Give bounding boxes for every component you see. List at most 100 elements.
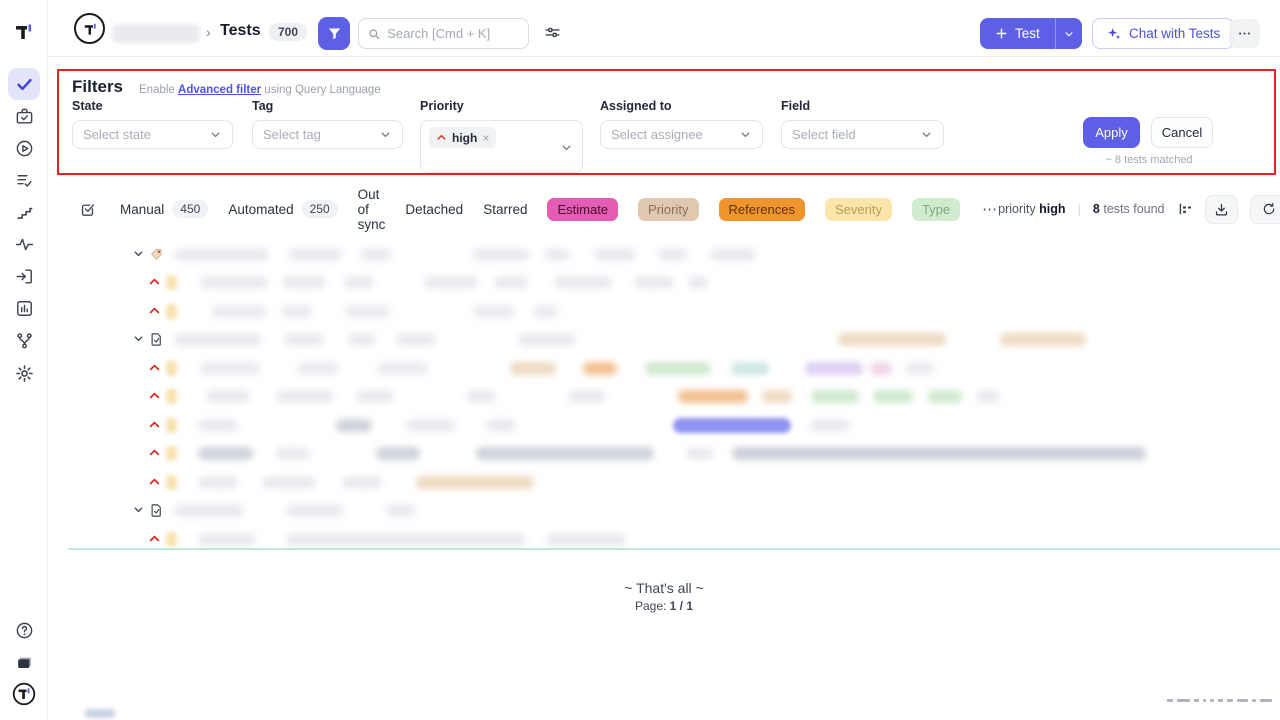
topbar-more-button[interactable] (1229, 19, 1260, 48)
redacted-text-blob (200, 362, 260, 375)
bottom-right-redacted-label (1167, 699, 1272, 705)
filter-button[interactable] (318, 17, 350, 50)
test-row[interactable] (48, 446, 1280, 462)
chat-with-tests-button[interactable]: Chat with Tests (1092, 18, 1234, 49)
search-box[interactable] (358, 18, 529, 49)
test-row[interactable] (48, 361, 1280, 377)
redacted-text-blob (376, 447, 420, 460)
advanced-filter-link[interactable]: Advanced filter (178, 84, 261, 96)
sidebar-item-test-plans[interactable] (8, 100, 40, 132)
tag-icon (149, 247, 164, 262)
sidebar-item-analytics[interactable] (8, 228, 40, 260)
file-icon (149, 503, 164, 518)
badge-priority[interactable]: Priority (638, 198, 698, 221)
redacted-text-blob (1000, 333, 1086, 346)
test-row[interactable] (48, 475, 1280, 491)
page-indicator: Page: 1 / 1 (48, 599, 1280, 613)
search-input[interactable] (387, 26, 519, 41)
tab-out-of-sync[interactable]: Out of sync (358, 187, 386, 232)
chevron-down-icon[interactable] (132, 247, 145, 260)
sidebar-item-brand[interactable] (8, 678, 40, 710)
download-button[interactable] (1205, 195, 1238, 224)
view-settings-button[interactable] (544, 25, 561, 47)
test-row[interactable] (48, 418, 1280, 434)
sidebar-item-branches[interactable] (8, 324, 40, 356)
folders-icon (15, 653, 34, 672)
tag-select[interactable]: Select tag (252, 120, 403, 149)
tab-automated[interactable]: Automated250 (228, 200, 337, 218)
tab-detached[interactable]: Detached (405, 202, 463, 217)
drop-indicator-line (68, 548, 1280, 550)
redacted-text-blob (346, 305, 390, 318)
project-logo-icon[interactable] (74, 13, 105, 44)
badge-references[interactable]: References (719, 198, 805, 221)
tab-manual[interactable]: Manual450 (120, 200, 208, 218)
redacted-text-blob (198, 419, 238, 432)
redacted-text-blob (534, 305, 558, 318)
page-title: Tests (220, 22, 261, 40)
project-name-redacted[interactable] (112, 24, 200, 43)
badge-type[interactable]: Type (912, 198, 960, 221)
redacted-text-blob (546, 533, 626, 546)
tree-view-toggle[interactable] (1177, 201, 1193, 217)
test-row[interactable] (48, 389, 1280, 405)
redacted-text-blob (416, 476, 534, 489)
sidebar-item-tests[interactable] (8, 68, 40, 100)
redacted-text-blob (166, 361, 177, 376)
test-row[interactable] (48, 304, 1280, 320)
apply-button[interactable]: Apply (1083, 117, 1140, 148)
redacted-text-blob (396, 333, 436, 346)
priority-select[interactable]: high × (420, 120, 583, 173)
bar-chart-icon (15, 299, 34, 318)
sidebar-item-reports[interactable] (8, 292, 40, 324)
assignee-select[interactable]: Select assignee (600, 120, 763, 149)
redacted-text-blob (198, 447, 253, 460)
reset-button[interactable]: Reset (1250, 195, 1280, 224)
field-select[interactable]: Select field (781, 120, 944, 149)
redacted-text-blob (732, 447, 1146, 460)
ellipsis-icon (1237, 26, 1252, 41)
filters-panel: Filters Enable Advanced filter using Que… (57, 69, 1276, 175)
test-row[interactable] (48, 532, 1280, 548)
suite-row[interactable] (48, 332, 1280, 348)
tab-starred[interactable]: Starred (483, 202, 527, 217)
badge-severity[interactable]: Severity (825, 198, 892, 221)
select-all-button[interactable] (79, 201, 96, 218)
chevron-down-icon[interactable] (132, 503, 145, 516)
search-icon (368, 27, 380, 41)
priority-high-chip[interactable]: high × (429, 127, 496, 148)
redacted-text-blob (510, 362, 556, 375)
sidebar-item-results[interactable] (8, 164, 40, 196)
redacted-text-blob (583, 362, 617, 375)
toolbar-more-button[interactable]: ⋯ (982, 200, 998, 218)
state-select[interactable]: Select state (72, 120, 233, 149)
tests-found-text: 8 tests found (1093, 202, 1165, 216)
priority-high-icon (148, 275, 161, 288)
redacted-text-blob (906, 362, 934, 375)
sidebar-item-import[interactable] (8, 260, 40, 292)
sidebar-item-projects[interactable] (8, 646, 40, 678)
remove-chip-icon[interactable]: × (482, 131, 489, 145)
sidebar-item-runs[interactable] (8, 132, 40, 164)
badge-estimate[interactable]: Estimate (547, 198, 618, 221)
state-label: State (72, 99, 233, 113)
redacted-text-blob (518, 333, 576, 346)
import-icon (15, 267, 34, 286)
breadcrumb-separator: › (206, 24, 211, 40)
redacted-text-blob (688, 276, 708, 289)
new-test-split-button[interactable]: Test (980, 18, 1082, 49)
suite-row[interactable] (48, 247, 1280, 263)
new-test-dropdown-button[interactable] (1055, 18, 1082, 49)
sidebar-item-settings[interactable] (8, 357, 40, 389)
redacted-text-blob (166, 389, 177, 404)
chevron-down-icon[interactable] (132, 332, 145, 345)
suite-row[interactable] (48, 503, 1280, 519)
redacted-text-blob (731, 362, 769, 375)
test-row[interactable] (48, 275, 1280, 291)
sidebar-item-help[interactable] (8, 614, 40, 646)
cancel-button[interactable]: Cancel (1151, 117, 1213, 148)
field-label: Field (781, 99, 944, 113)
sidebar-item-steps[interactable] (8, 196, 40, 228)
redacted-text-blob (282, 276, 326, 289)
redacted-text-blob (686, 447, 714, 460)
